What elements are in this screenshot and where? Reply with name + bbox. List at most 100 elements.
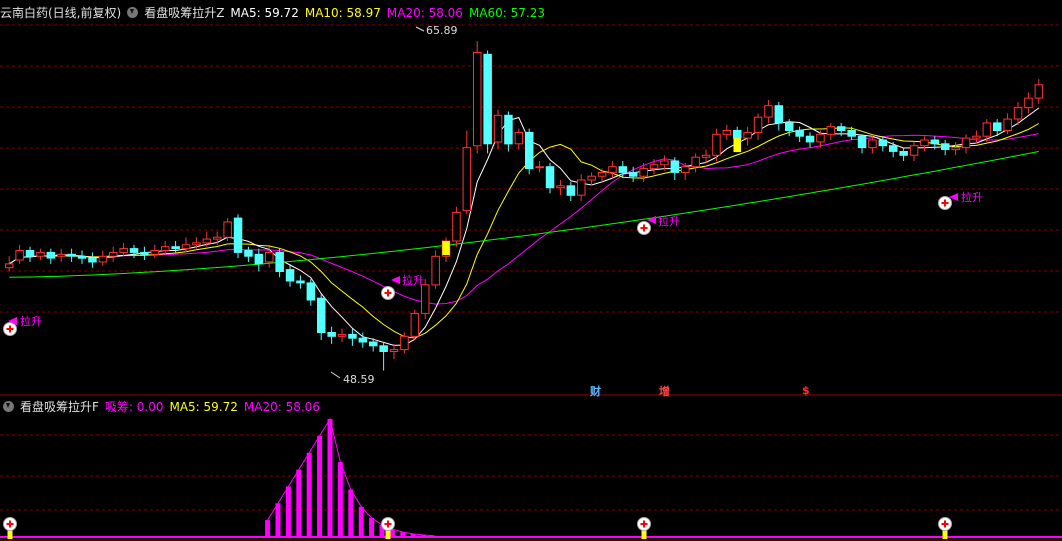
candle-down (171, 246, 180, 250)
candle-down (88, 257, 97, 263)
xichou-bar (285, 486, 291, 537)
candle-down (878, 139, 888, 147)
candle-up (701, 154, 711, 158)
candle-up (181, 244, 191, 250)
candle-up (36, 251, 45, 257)
candle-up (608, 166, 617, 173)
candle-down (348, 333, 357, 339)
candle-up (400, 335, 409, 351)
candle-down (805, 135, 815, 143)
candle-down (244, 250, 253, 257)
candle-up (649, 164, 659, 170)
candle-down (379, 345, 388, 352)
event-cai-marker[interactable]: 财 (590, 383, 601, 399)
candle-down (296, 280, 305, 284)
xichou-bar (265, 520, 271, 537)
candle-up (514, 131, 524, 145)
sub-ma20-value: MA20: 58.06 (243, 400, 320, 414)
candle-up (150, 250, 160, 255)
candle-up (421, 284, 430, 314)
xichou-bar (317, 435, 323, 537)
chart-canvas[interactable] (0, 0, 1062, 541)
candle-down (993, 122, 1002, 132)
candle-down (889, 145, 898, 152)
candle-up (1034, 84, 1044, 99)
candle-up (337, 333, 347, 337)
candle-up (265, 251, 274, 263)
sub-signal-stem (385, 530, 391, 539)
event-zeng-marker[interactable]: 增 (659, 383, 670, 399)
candle-up (868, 139, 877, 149)
xichou-bar (337, 462, 343, 537)
candle-up (982, 122, 992, 137)
candle-up (920, 139, 929, 147)
indicator-name[interactable]: 看盘吸筹拉升Z (144, 6, 224, 20)
candle-up (743, 131, 752, 139)
candle-down (941, 143, 950, 151)
event-dollar-marker[interactable]: $ (802, 384, 810, 397)
high-price-label: 65.89 (426, 24, 458, 37)
dropdown-circle-icon[interactable] (127, 7, 139, 18)
xichou-bar (358, 506, 364, 537)
candle-up (119, 248, 128, 253)
ma5-value: MA5: 59.72 (230, 6, 299, 20)
candle-up (15, 250, 24, 261)
ma10-line (8, 123, 1040, 339)
candle-down (545, 166, 555, 189)
xichou-value: 吸筹: 0.00 (104, 400, 164, 414)
low-pointer (330, 371, 341, 379)
candle-up (951, 147, 960, 151)
signal-label-3: 拉升 (658, 215, 680, 228)
candle-up (1003, 118, 1012, 131)
dropdown-circle-icon[interactable] (3, 401, 14, 412)
candle-up (410, 312, 420, 337)
candle-down (847, 130, 856, 137)
candle-down (785, 122, 794, 132)
candle-up (535, 166, 544, 169)
signal-label-2: 拉升 (402, 274, 424, 287)
candle-up (972, 135, 981, 139)
candle-up (213, 236, 222, 240)
ma60-line (9, 151, 1039, 278)
candle-up (639, 168, 648, 177)
candle-down (566, 185, 576, 196)
candle-up (452, 211, 461, 242)
low-price-label: 48.59 (343, 373, 375, 386)
candle-up (597, 171, 607, 177)
xichou-bar (369, 517, 375, 537)
candle-up (681, 166, 690, 173)
main-chart-header: 云南白药(日线,前复权) 看盘吸筹拉升Z MA5: 59.72 MA10: 58.97… (0, 5, 551, 21)
candle-up (109, 251, 118, 257)
candle-down (77, 255, 87, 259)
candle-up (493, 114, 503, 143)
candle-up (660, 160, 669, 166)
sub-indicator-name[interactable]: 看盘吸筹拉升F (20, 400, 99, 414)
candle-down (483, 53, 492, 145)
candle-down (774, 105, 784, 124)
ma60-value: MA60: 57.23 (468, 6, 545, 20)
stock-chart-window: 云南白药(日线,前复权) 看盘吸筹拉升Z MA5: 59.72 MA10: 58.97… (0, 0, 1062, 541)
candle-up (1013, 107, 1023, 120)
candle-down (46, 251, 56, 259)
signal-arrow-2 (391, 276, 400, 284)
ma20-value: MA20: 58.06 (386, 6, 463, 20)
candle-up (816, 133, 825, 143)
candle-up (161, 246, 170, 251)
candle-up (753, 116, 763, 133)
candle-down (285, 269, 295, 282)
high-pointer (415, 26, 425, 32)
sub-ma5-value: MA5: 59.72 (169, 400, 238, 414)
candle-up (223, 221, 232, 238)
stock-title[interactable]: 云南白药(日线,前复权) (0, 6, 121, 20)
candle-down (795, 130, 804, 137)
xichou-bar (296, 469, 302, 537)
candle-down (618, 166, 628, 173)
xichou-bar (348, 489, 354, 537)
signal-label-1: 拉升 (20, 315, 42, 328)
candle-down (525, 131, 534, 170)
candle-down (670, 160, 680, 173)
candle-up (826, 126, 836, 135)
candle-down (733, 130, 742, 139)
candle-up (57, 253, 66, 257)
signal-label-4: 拉升 (961, 191, 983, 204)
